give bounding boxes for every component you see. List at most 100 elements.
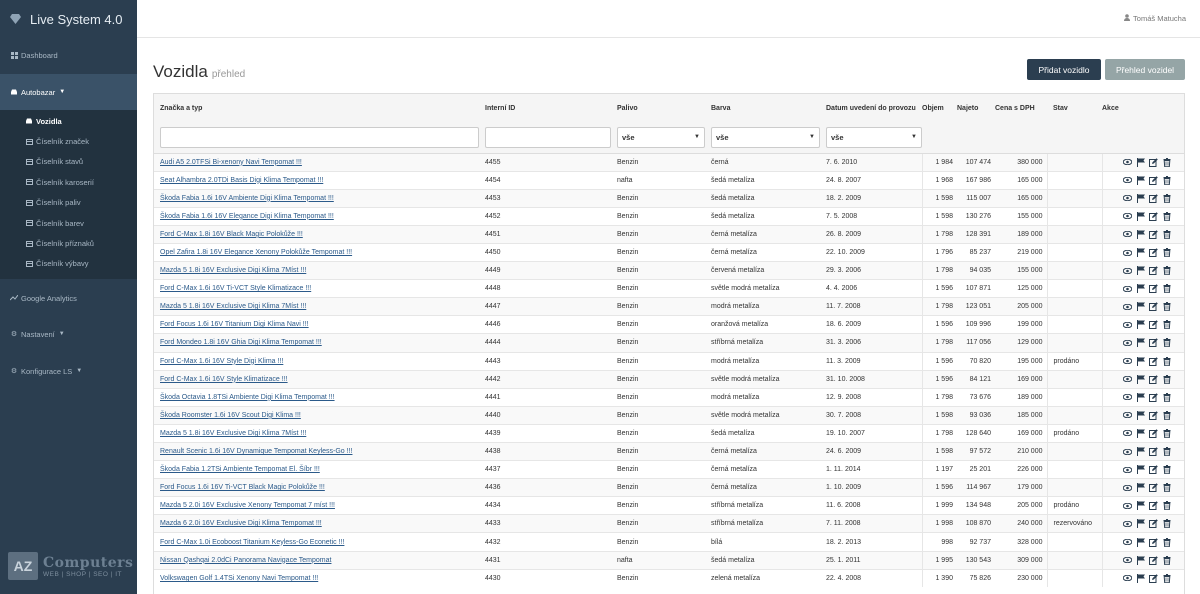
trash-icon[interactable] (1162, 555, 1171, 565)
sidebar-item-dashboard[interactable]: Dashboard (0, 45, 137, 65)
flag-icon[interactable] (1136, 157, 1145, 167)
trash-icon[interactable] (1162, 519, 1171, 529)
sidebar-item-google-analytics[interactable]: Google Analytics (0, 288, 137, 308)
trash-icon[interactable] (1162, 573, 1171, 583)
vehicle-link[interactable]: Mazda 6 2.0i 16V Exclusive Digi Klima Te… (160, 520, 322, 527)
trash-icon[interactable] (1162, 193, 1171, 203)
view-icon[interactable] (1123, 393, 1133, 402)
col-header[interactable]: Značka a typ (154, 94, 479, 122)
view-icon[interactable] (1123, 429, 1133, 438)
vehicle-link[interactable]: Mazda 5 1.8i 16V Exclusive Digi Klima 7M… (160, 430, 306, 437)
vehicle-link[interactable]: Seat Alhambra 2.0TDi Basis Digi Klima Te… (160, 177, 323, 184)
vehicle-link[interactable]: Renault Scenic 1.6i 16V Dynamique Tempom… (160, 448, 352, 455)
vehicle-link[interactable]: Audi A5 2.0TFSi Bi-xenony Navi Tempomat … (160, 159, 302, 166)
view-icon[interactable] (1123, 447, 1133, 456)
edit-icon[interactable] (1149, 501, 1159, 511)
trash-icon[interactable] (1162, 428, 1171, 438)
edit-icon[interactable] (1149, 175, 1159, 185)
edit-icon[interactable] (1149, 212, 1159, 221)
trash-icon[interactable] (1162, 465, 1171, 475)
trash-icon[interactable] (1162, 175, 1171, 185)
view-icon[interactable] (1123, 357, 1133, 366)
flag-icon[interactable] (1136, 284, 1145, 294)
view-icon[interactable] (1123, 194, 1133, 203)
flag-icon[interactable] (1136, 428, 1145, 438)
col-header[interactable]: Stav (1047, 94, 1102, 122)
edit-icon[interactable] (1149, 465, 1159, 475)
trash-icon[interactable] (1162, 356, 1171, 366)
vehicle-link[interactable]: Škoda Fabia 1.6i 16V Ambiente Digi Klima… (160, 195, 334, 202)
view-icon[interactable] (1123, 411, 1133, 420)
trash-icon[interactable] (1162, 501, 1171, 511)
vehicle-link[interactable]: Ford C-Max 1.6i 16V Ti-VCT Style Klimati… (160, 285, 311, 292)
vehicle-link[interactable]: Nissan Qashqai 2.0dCi Panorama Navigace … (160, 557, 331, 564)
vehicle-link[interactable]: Ford Mondeo 1.8i 16V Ghia Digi Klima Tem… (160, 339, 322, 346)
sidebar-item-ciselnik-priznaku[interactable]: Číselník příznaků (0, 233, 137, 253)
trash-icon[interactable] (1162, 410, 1171, 420)
view-icon[interactable] (1123, 266, 1133, 275)
flag-icon[interactable] (1136, 266, 1145, 276)
edit-icon[interactable] (1149, 537, 1159, 547)
vehicle-link[interactable]: Mazda 5 1.8i 16V Exclusive Digi Klima 7M… (160, 267, 306, 274)
col-header[interactable]: Objem (922, 94, 957, 122)
view-icon[interactable] (1123, 501, 1133, 510)
sidebar-item-ciselnik-znacek[interactable]: Číselník značek (0, 131, 137, 151)
sidebar-item-ciselnik-stavu[interactable]: Číselník stavů (0, 152, 137, 172)
sidebar-item-ciselnik-karoserii[interactable]: Číselník karoserií (0, 172, 137, 192)
flag-icon[interactable] (1136, 465, 1145, 475)
col-header[interactable]: Interní ID (479, 94, 611, 122)
flag-icon[interactable] (1136, 302, 1145, 312)
edit-icon[interactable] (1149, 320, 1159, 330)
vehicles-overview-button[interactable]: Přehled vozidel (1105, 59, 1185, 80)
view-icon[interactable] (1123, 158, 1133, 167)
flag-icon[interactable] (1136, 229, 1145, 239)
filter-datum-select[interactable]: vše ▼ (826, 126, 922, 148)
view-icon[interactable] (1123, 483, 1133, 492)
vehicle-link[interactable]: Škoda Roomster 1.6i 16V Scout Digi Klima… (160, 412, 301, 419)
edit-icon[interactable] (1149, 302, 1159, 312)
filter-palivo-select[interactable]: vše ▼ (617, 126, 705, 148)
brand[interactable]: Live System 4.0 (0, 0, 137, 38)
sidebar-item-vozidla[interactable]: Vozidla (0, 111, 137, 131)
view-icon[interactable] (1123, 230, 1133, 239)
trash-icon[interactable] (1162, 392, 1171, 402)
view-icon[interactable] (1123, 284, 1133, 293)
trash-icon[interactable] (1162, 157, 1171, 167)
flag-icon[interactable] (1136, 410, 1145, 420)
edit-icon[interactable] (1149, 429, 1159, 438)
view-icon[interactable] (1123, 556, 1133, 565)
flag-icon[interactable] (1136, 483, 1145, 493)
edit-icon[interactable] (1149, 284, 1159, 294)
vehicle-link[interactable]: Škoda Fabia 1.6i 16V Elegance Digi Klima… (160, 213, 334, 220)
view-icon[interactable] (1123, 212, 1133, 221)
filter-barva-select[interactable]: vše ▼ (711, 126, 820, 148)
flag-icon[interactable] (1136, 320, 1145, 330)
vehicle-link[interactable]: Škoda Octavia 1.8TSi Ambiente Digi Klima… (160, 394, 335, 401)
sidebar-item-autobazar[interactable]: Autobazar ▼ (0, 74, 137, 110)
col-header[interactable]: Najeto (957, 94, 995, 122)
view-icon[interactable] (1123, 248, 1133, 257)
edit-icon[interactable] (1149, 193, 1159, 203)
filter-id-input[interactable] (485, 126, 611, 148)
vehicle-link[interactable]: Škoda Fabia 1.2TSi Ambiente Tempomat El.… (160, 466, 320, 473)
edit-icon[interactable] (1149, 411, 1159, 420)
vehicle-link[interactable]: Opel Zafira 1.8i 16V Elegance Xenony Pol… (160, 249, 352, 256)
vehicle-link[interactable]: Volkswagen Golf 1.4TSi Xenony Navi Tempo… (160, 575, 318, 582)
vehicle-link[interactable]: Ford Focus 1.6i 16V Titanium Digi Klima … (160, 321, 309, 328)
edit-icon[interactable] (1149, 338, 1159, 348)
sidebar-item-konfigurace[interactable]: ⚙ Konfigurace LS ▼ (0, 361, 137, 381)
trash-icon[interactable] (1162, 302, 1171, 312)
flag-icon[interactable] (1136, 392, 1145, 402)
edit-icon[interactable] (1149, 483, 1159, 493)
view-icon[interactable] (1123, 538, 1133, 547)
edit-icon[interactable] (1149, 157, 1159, 167)
flag-icon[interactable] (1136, 248, 1145, 258)
user-menu[interactable]: Tomáš Matucha (1124, 14, 1186, 23)
vehicle-link[interactable]: Ford C-Max 1.6i 16V Style Klimatizace !!… (160, 376, 288, 383)
view-icon[interactable] (1123, 302, 1133, 311)
view-icon[interactable] (1123, 338, 1133, 347)
trash-icon[interactable] (1162, 229, 1171, 239)
sidebar-item-ciselnik-paliv[interactable]: Číselník paliv (0, 193, 137, 213)
trash-icon[interactable] (1162, 447, 1171, 457)
flag-icon[interactable] (1136, 573, 1145, 583)
